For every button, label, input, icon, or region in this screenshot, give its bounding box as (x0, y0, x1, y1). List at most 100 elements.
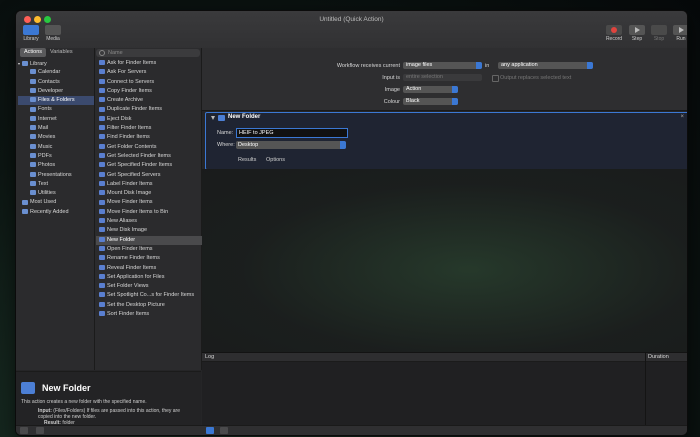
action-item-label: Rename Finder Items (107, 255, 160, 262)
action-item-label: Ask For Servers (107, 69, 147, 76)
library-item[interactable]: Photos (18, 161, 94, 170)
image-popup[interactable]: Action (403, 86, 458, 93)
finder-icon (99, 180, 105, 186)
action-item-label: Eject Disk (107, 115, 132, 122)
output-replaces-checkbox[interactable] (492, 75, 499, 82)
presentations-icon (30, 171, 36, 177)
tab-results[interactable]: Results (238, 157, 256, 163)
action-item[interactable]: Move Finder Items (96, 198, 202, 207)
library-item-label: Library (30, 61, 47, 67)
action-item[interactable]: Find Finder Items (96, 133, 202, 142)
action-item[interactable]: Set the Desktop Picture (96, 301, 202, 310)
variables-view-icon[interactable] (220, 427, 228, 434)
application-popup[interactable]: any application (498, 62, 593, 69)
disclosure-triangle-icon[interactable] (211, 116, 215, 120)
action-item[interactable]: Label Finder Items (96, 180, 202, 189)
action-item[interactable]: New Disk Image (96, 226, 202, 235)
library-button[interactable]: Library (21, 25, 41, 42)
library-item[interactable]: Presentations (18, 171, 94, 180)
action-item[interactable]: Set Application for Files (96, 273, 202, 282)
media-button[interactable]: Media (43, 25, 63, 42)
finder-icon (99, 255, 105, 261)
action-item[interactable]: Open Finder Items (96, 245, 202, 254)
action-item[interactable]: Set Spotlight Co...s for Finder Items (96, 291, 202, 300)
where-popup[interactable]: Desktop (236, 141, 346, 149)
action-item[interactable]: Get Specified Servers (96, 171, 202, 180)
library-item[interactable]: ▾ Library (18, 59, 94, 68)
receives-popup[interactable]: image files (403, 62, 482, 69)
stop-icon (651, 25, 667, 35)
action-item[interactable]: Connect to Servers (96, 78, 202, 87)
action-item[interactable]: New Aliases (96, 217, 202, 226)
library-item-selected[interactable]: Files & Folders (18, 96, 94, 106)
action-item[interactable]: Get Specified Finder Items (96, 161, 202, 170)
image-label: Image (384, 87, 400, 93)
action-item[interactable]: Sort Finder Items (96, 310, 202, 319)
record-button[interactable]: Record (604, 25, 624, 42)
library-item-label: Contacts (38, 78, 60, 85)
gear-icon[interactable] (20, 427, 28, 434)
finder-icon (99, 283, 105, 289)
finder-icon (99, 227, 105, 233)
tab-options[interactable]: Options (266, 157, 285, 163)
library-item-label: Recently Added (30, 208, 69, 215)
action-item[interactable]: Mount Disk Image (96, 189, 202, 198)
action-item[interactable]: Move Finder Items to Bin (96, 208, 202, 217)
input-is-label: Input is (382, 75, 400, 81)
action-item[interactable]: Duplicate Finder Items (96, 105, 202, 114)
tab-actions[interactable]: Actions (20, 48, 47, 57)
photos-icon (30, 162, 36, 168)
description-toggle-icon[interactable] (36, 427, 44, 434)
where-label: Where: (217, 142, 235, 148)
action-item[interactable]: Eject Disk (96, 115, 202, 124)
library-item[interactable]: Music (18, 143, 94, 152)
library-item[interactable]: Movies (18, 133, 94, 142)
action-item-label: Reveal Finder Items (107, 264, 157, 271)
library-item[interactable]: Calendar (18, 68, 94, 77)
library-item[interactable]: Recently Added (18, 208, 94, 217)
library-item[interactable]: Fonts (18, 105, 94, 114)
action-item[interactable]: Get Folder Contents (96, 143, 202, 152)
action-item[interactable]: Rename Finder Items (96, 254, 202, 263)
music-icon (30, 143, 36, 149)
folder-name-field[interactable]: HEIF to JPEG (236, 128, 348, 138)
library-item[interactable]: Mail (18, 124, 94, 133)
library-item[interactable]: Internet (18, 115, 94, 124)
action-item[interactable]: Filter Finder Items (96, 124, 202, 133)
action-item[interactable]: Set Folder Views (96, 282, 202, 291)
finder-icon (99, 292, 105, 298)
library-item[interactable]: Most Used (18, 198, 94, 207)
stop-button[interactable]: Stop (649, 25, 669, 42)
library-item[interactable]: Text (18, 180, 94, 189)
action-item[interactable]: Ask For Servers (96, 68, 202, 77)
action-item[interactable]: Ask for Finder Items (96, 59, 202, 68)
bottom-bar (16, 425, 687, 435)
step-button[interactable]: Step (627, 25, 647, 42)
run-button[interactable]: Run (671, 25, 687, 42)
smart-folder-icon (22, 199, 28, 205)
library-item[interactable]: PDFs (18, 152, 94, 161)
action-item-selected[interactable]: New Folder (96, 235, 202, 245)
finder-icon (99, 218, 105, 224)
log-view-icon[interactable] (206, 427, 214, 434)
action-item-label: Mount Disk Image (107, 190, 152, 197)
tab-variables[interactable]: Variables (46, 48, 77, 57)
colour-popup[interactable]: Black (403, 98, 458, 105)
action-item[interactable]: Get Selected Finder Items (96, 152, 202, 161)
workflow-canvas[interactable] (202, 169, 687, 352)
new-folder-action-card[interactable]: New Folder × Name: HEIF to JPEG Where: D… (205, 112, 687, 170)
action-item[interactable]: Reveal Finder Items (96, 264, 202, 273)
action-item[interactable]: Copy Finder Items (96, 87, 202, 96)
duration-column-header[interactable]: Duration (648, 354, 669, 360)
finder-icon (99, 106, 105, 112)
action-item-label: Get Specified Servers (107, 171, 161, 178)
library-item[interactable]: Developer (18, 87, 94, 96)
log-column-header[interactable]: Log (205, 354, 214, 360)
action-item[interactable]: Create Archive (96, 96, 202, 105)
close-action-icon[interactable]: × (680, 114, 684, 120)
input-is-popup[interactable]: entire selection (403, 74, 482, 81)
search-field[interactable]: Name (96, 49, 200, 57)
description-input-text: (Files/Folders) If files are passed into… (38, 408, 181, 420)
library-item[interactable]: Utilities (18, 189, 94, 198)
library-item[interactable]: Contacts (18, 78, 94, 87)
